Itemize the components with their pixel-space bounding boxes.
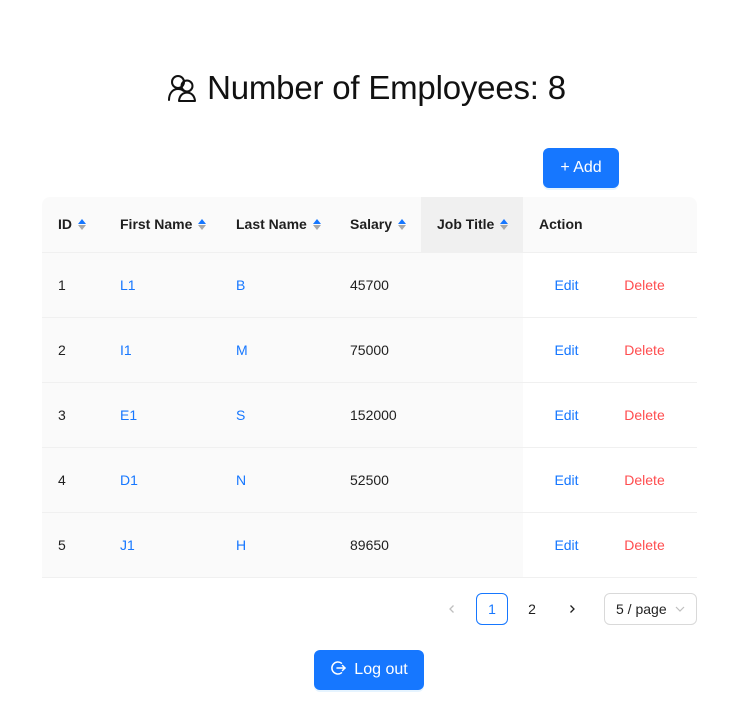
next-page-chevron-right-icon[interactable] — [556, 593, 588, 625]
column-header-action: Action — [523, 197, 697, 253]
delete-button[interactable]: Delete — [602, 277, 687, 293]
cell-first-name[interactable]: D1 — [104, 472, 138, 488]
column-header-label: ID — [58, 216, 72, 233]
cell-job-title — [421, 342, 437, 358]
table-row: 2 I1 M 75000 Edit Delete — [42, 317, 697, 383]
prev-page-chevron-left-icon[interactable] — [436, 593, 468, 625]
table-row: 3 E1 S 152000 Edit Delete — [42, 382, 697, 448]
column-header-first-name[interactable]: First Name — [104, 197, 220, 253]
edit-button[interactable]: Edit — [531, 342, 602, 358]
add-employee-button[interactable]: + Add — [543, 148, 619, 188]
cell-salary: 152000 — [350, 406, 397, 423]
cell-job-title — [421, 537, 437, 553]
column-header-label: Action — [539, 216, 583, 233]
logout-button[interactable]: Log out — [314, 650, 424, 690]
edit-button[interactable]: Edit — [531, 277, 602, 293]
page-size-value: 5 / page — [616, 601, 667, 617]
delete-button[interactable]: Delete — [602, 537, 687, 553]
cell-id: 3 — [58, 406, 66, 423]
logout-icon — [330, 660, 347, 681]
edit-button[interactable]: Edit — [531, 472, 602, 488]
edit-button[interactable]: Edit — [531, 407, 602, 423]
sort-caret-icon[interactable] — [500, 218, 509, 230]
table-row: 4 D1 N 52500 Edit Delete — [42, 447, 697, 513]
column-header-label: First Name — [120, 216, 193, 233]
logout-label: Log out — [354, 661, 408, 678]
chevron-down-icon — [674, 602, 686, 618]
page-size-select[interactable]: 5 / page — [604, 593, 697, 625]
cell-last-name[interactable]: M — [220, 342, 248, 358]
cell-id: 4 — [58, 471, 66, 488]
table-header-row: ID First Name Last Name Salary Job Title — [42, 197, 697, 253]
pagination: 1 2 — [436, 593, 588, 625]
column-header-last-name[interactable]: Last Name — [220, 197, 334, 253]
delete-button[interactable]: Delete — [602, 472, 687, 488]
page-title: Number of Employees: 8 — [207, 69, 566, 106]
cell-first-name[interactable]: I1 — [104, 342, 132, 358]
page-item-2[interactable]: 2 — [516, 593, 548, 625]
employee-table: ID First Name Last Name Salary Job Title — [42, 197, 697, 578]
cell-id: 2 — [58, 341, 66, 358]
sort-caret-icon[interactable] — [398, 218, 407, 230]
sort-caret-icon[interactable] — [198, 218, 207, 230]
cell-job-title — [421, 277, 437, 293]
cell-first-name[interactable]: J1 — [104, 537, 135, 553]
column-header-label: Job Title — [437, 216, 495, 233]
cell-salary: 52500 — [350, 471, 389, 488]
cell-first-name[interactable]: L1 — [104, 277, 136, 293]
column-header-job-title[interactable]: Job Title — [421, 197, 523, 253]
table-row: 1 L1 B 45700 Edit Delete — [42, 252, 697, 318]
page-header: Number of Employees: 8 — [0, 66, 733, 110]
cell-job-title — [421, 472, 437, 488]
cell-last-name[interactable]: H — [220, 537, 246, 553]
sort-caret-icon[interactable] — [312, 218, 321, 230]
cell-id: 5 — [58, 536, 66, 553]
column-header-salary[interactable]: Salary — [334, 197, 421, 253]
cell-last-name[interactable]: S — [220, 407, 245, 423]
cell-last-name[interactable]: B — [220, 277, 245, 293]
sort-caret-icon[interactable] — [78, 218, 86, 230]
table-row: 5 J1 H 89650 Edit Delete — [42, 512, 697, 578]
cell-salary: 75000 — [350, 341, 389, 358]
column-header-label: Last Name — [236, 216, 307, 233]
team-icon — [167, 74, 197, 102]
cell-salary: 45700 — [350, 276, 389, 293]
cell-id: 1 — [58, 276, 66, 293]
page-item-1[interactable]: 1 — [476, 593, 508, 625]
cell-salary: 89650 — [350, 536, 389, 553]
cell-last-name[interactable]: N — [220, 472, 246, 488]
column-header-id[interactable]: ID — [42, 197, 104, 253]
delete-button[interactable]: Delete — [602, 342, 687, 358]
delete-button[interactable]: Delete — [602, 407, 687, 423]
edit-button[interactable]: Edit — [531, 537, 602, 553]
cell-job-title — [421, 407, 437, 423]
column-header-label: Salary — [350, 216, 393, 233]
cell-first-name[interactable]: E1 — [104, 407, 137, 423]
